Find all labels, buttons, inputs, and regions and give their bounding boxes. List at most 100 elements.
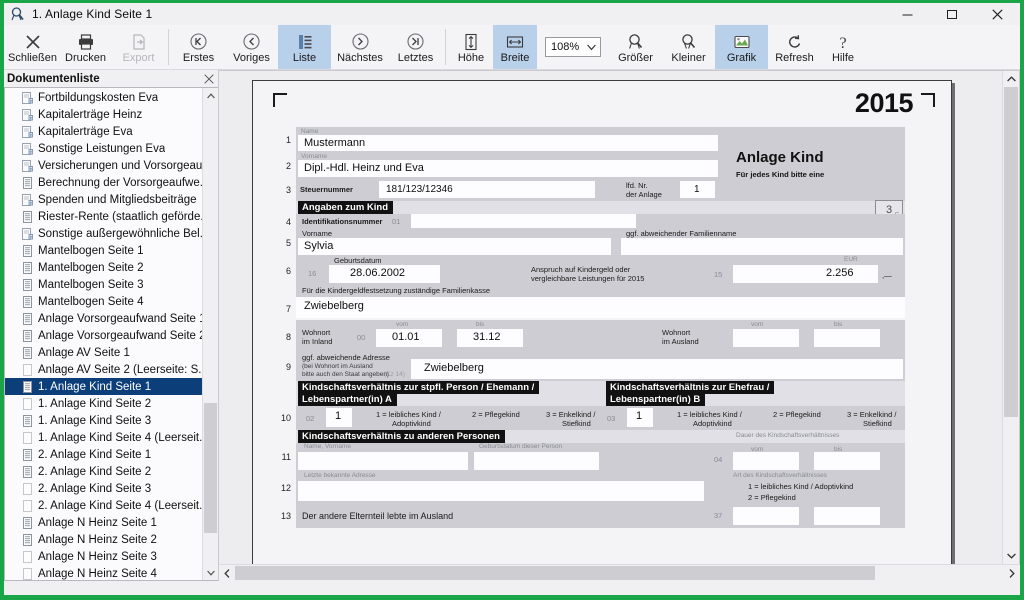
- form-page: 2015 Anlage Kind Für jedes Kind bitte ei…: [252, 80, 952, 564]
- scrollbar-track[interactable]: [1003, 87, 1019, 548]
- chevron-right-icon[interactable]: [1004, 565, 1020, 581]
- toolbar-button-breite[interactable]: Breite: [493, 25, 537, 69]
- abweichende-adresse-field[interactable]: [411, 359, 903, 379]
- toolbar-button-hoehe[interactable]: Höhe: [449, 25, 493, 69]
- document-horizontal-scrollbar[interactable]: [219, 564, 1020, 581]
- kind-vorname-field[interactable]: [298, 238, 611, 255]
- toolbar-button-groesser[interactable]: Größer: [609, 25, 662, 69]
- document-list-item[interactable]: Anlage N Heinz Seite 2: [5, 531, 202, 548]
- chevron-up-icon[interactable]: [1003, 71, 1019, 87]
- familienkasse-field[interactable]: Zwiebelberg: [296, 297, 905, 318]
- toolbar-button-erstes[interactable]: Erstes: [172, 25, 225, 69]
- toolbar-button-liste[interactable]: Liste: [278, 25, 331, 69]
- elternteil-ausland-field-2[interactable]: [814, 507, 880, 525]
- document-list-item[interactable]: 1. Anlage Kind Seite 3: [5, 412, 202, 429]
- toolbar-button-hilfe[interactable]: ? Hilfe: [821, 25, 865, 69]
- close-icon[interactable]: [204, 73, 214, 84]
- chevron-left-icon[interactable]: [219, 565, 235, 581]
- document-list-item[interactable]: Mantelbogen Seite 3: [5, 276, 202, 293]
- letzte-adresse-field[interactable]: [298, 481, 704, 501]
- document-list-item[interactable]: Anlage AV Seite 2 (Leerseite: S...: [5, 361, 202, 378]
- maximize-button[interactable]: [930, 3, 975, 25]
- toolbar-button-schliessen[interactable]: Schließen: [6, 25, 59, 69]
- inland-vom-value: 01.01: [392, 331, 420, 343]
- abweichender-familienname-field[interactable]: [621, 238, 903, 255]
- ausland-vom-field[interactable]: [733, 329, 799, 347]
- vorname-cell: Vorname Dipl.-Hdl. Heinz und Eva: [296, 152, 722, 179]
- document-list-item[interactable]: Kapitalerträge Heinz: [5, 106, 202, 123]
- document-list-item[interactable]: Berechnung der Vorsorgeaufwe...: [5, 174, 202, 191]
- chevron-down-icon[interactable]: [1003, 548, 1019, 564]
- abweichende-adresse-label-3: bitte auch den Staat angeben): [302, 371, 390, 378]
- document-list-item[interactable]: Sonstige Leistungen Eva: [5, 140, 202, 157]
- document-list[interactable]: Fortbildungskosten Eva Kapitalerträge Hei…: [5, 88, 202, 580]
- inland-bis-label: bis: [476, 321, 485, 328]
- minimize-button[interactable]: [885, 3, 930, 25]
- document-list-item[interactable]: Anlage N Heinz Seite 3: [5, 548, 202, 565]
- document-list-item[interactable]: 2. Anlage Kind Seite 2: [5, 463, 202, 480]
- row-number-spacer: [279, 201, 296, 214]
- row-number: 2: [279, 152, 296, 179]
- toolbar-button-voriges[interactable]: Voriges: [225, 25, 278, 69]
- document-list-item[interactable]: Anlage Vorsorgeaufwand Seite 1: [5, 310, 202, 327]
- andere-person-name-field[interactable]: [298, 452, 468, 470]
- scrollbar-thumb[interactable]: [1004, 87, 1018, 417]
- document-list-item[interactable]: Versicherungen und Vorsorgeau...: [5, 157, 202, 174]
- document-list-item[interactable]: Sonstige außergewöhnliche Bel...: [5, 225, 202, 242]
- toolbar-button-refresh[interactable]: Refresh: [768, 25, 821, 69]
- document-list-item[interactable]: 2. Anlage Kind Seite 3: [5, 480, 202, 497]
- document-list-item[interactable]: Anlage AV Seite 1: [5, 344, 202, 361]
- form-row-3: 3 Steuernummer 181/123/12346 lfd. Nr. de…: [279, 179, 905, 201]
- chevron-up-icon[interactable]: [203, 88, 218, 103]
- document-list-item[interactable]: 1. Anlage Kind Seite 2: [5, 395, 202, 412]
- toolbar-button-letztes[interactable]: Letztes: [389, 25, 442, 69]
- toolbar-separator: [445, 29, 446, 65]
- zoom-level-dropdown[interactable]: 108%: [545, 37, 601, 57]
- kindergeld-field[interactable]: [733, 265, 878, 283]
- document-list-item[interactable]: Mantelbogen Seite 1: [5, 242, 202, 259]
- document-list-item[interactable]: Anlage N Heinz Seite 4: [5, 565, 202, 580]
- elternteil-ausland-field-1[interactable]: [733, 507, 799, 525]
- document-list-item[interactable]: 2. Anlage Kind Seite 1: [5, 446, 202, 463]
- document-list-item[interactable]: Anlage Vorsorgeaufwand Seite 2: [5, 327, 202, 344]
- table-page-icon: [21, 533, 33, 546]
- document-list-item[interactable]: Mantelbogen Seite 4: [5, 293, 202, 310]
- dauer-vom-field[interactable]: [733, 452, 799, 470]
- kindschaft-b-opt1-line2: Adoptivkind: [693, 419, 732, 428]
- toolbar-button-grafik[interactable]: Grafik: [715, 25, 768, 69]
- document-list-item[interactable]: Kapitalerträge Eva: [5, 123, 202, 140]
- document-list-item-label: 1. Anlage Kind Seite 3: [38, 414, 152, 427]
- scrollbar-track[interactable]: [235, 565, 1004, 581]
- document-list-item[interactable]: Anlage N Heinz Seite 1: [5, 514, 202, 531]
- toolbar-button-naechstes[interactable]: Nächstes: [331, 25, 389, 69]
- document-list-item[interactable]: Fortbildungskosten Eva: [5, 89, 202, 106]
- document-list-item[interactable]: Mantelbogen Seite 2: [5, 259, 202, 276]
- document-canvas[interactable]: 2015 Anlage Kind Für jedes Kind bitte ei…: [219, 70, 1020, 564]
- document-list-item[interactable]: 1. Anlage Kind Seite 4 (Leerseit...: [5, 429, 202, 446]
- document-list-scrollbar[interactable]: [202, 88, 218, 580]
- wohnort-ausland-label-1: Wohnort: [662, 328, 691, 337]
- document-list-item[interactable]: Spenden und Mitgliedsbeiträge: [5, 191, 202, 208]
- document-list-item-label: Spenden und Mitgliedsbeiträge: [38, 193, 197, 206]
- toolbar-button-drucken[interactable]: Drucken: [59, 25, 112, 69]
- andere-person-geburtsdatum-field[interactable]: [474, 452, 599, 470]
- scrollbar-thumb[interactable]: [235, 566, 875, 580]
- document-list-item-label: 2. Anlage Kind Seite 2: [38, 465, 152, 478]
- document-vertical-scrollbar[interactable]: [1002, 71, 1019, 564]
- abweichende-adresse-label-1: ggf. abweichende Adresse: [302, 353, 390, 362]
- chevron-down-icon[interactable]: [203, 565, 218, 580]
- ausland-bis-field[interactable]: [814, 329, 880, 347]
- document-list-item[interactable]: 1. Anlage Kind Seite 1: [5, 378, 202, 395]
- toolbar-button-kleiner[interactable]: Kleiner: [662, 25, 715, 69]
- toolbar-button-export[interactable]: Export: [112, 25, 165, 69]
- elternteil-ausland-kz: 37: [714, 511, 723, 520]
- document-list-item[interactable]: 2. Anlage Kind Seite 4 (Leerseit...: [5, 497, 202, 514]
- table-page-icon: [21, 329, 33, 342]
- dauer-bis-field[interactable]: [814, 452, 880, 470]
- scrollbar-track[interactable]: [203, 103, 218, 565]
- identifikationsnummer-field[interactable]: [411, 214, 636, 228]
- document-list-item[interactable]: Riester-Rente (staatlich geförde...: [5, 208, 202, 225]
- scrollbar-thumb[interactable]: [204, 403, 217, 533]
- section-angaben-zum-kind: Angaben zum Kind 3 ⌐: [279, 200, 905, 219]
- close-button[interactable]: [975, 3, 1020, 25]
